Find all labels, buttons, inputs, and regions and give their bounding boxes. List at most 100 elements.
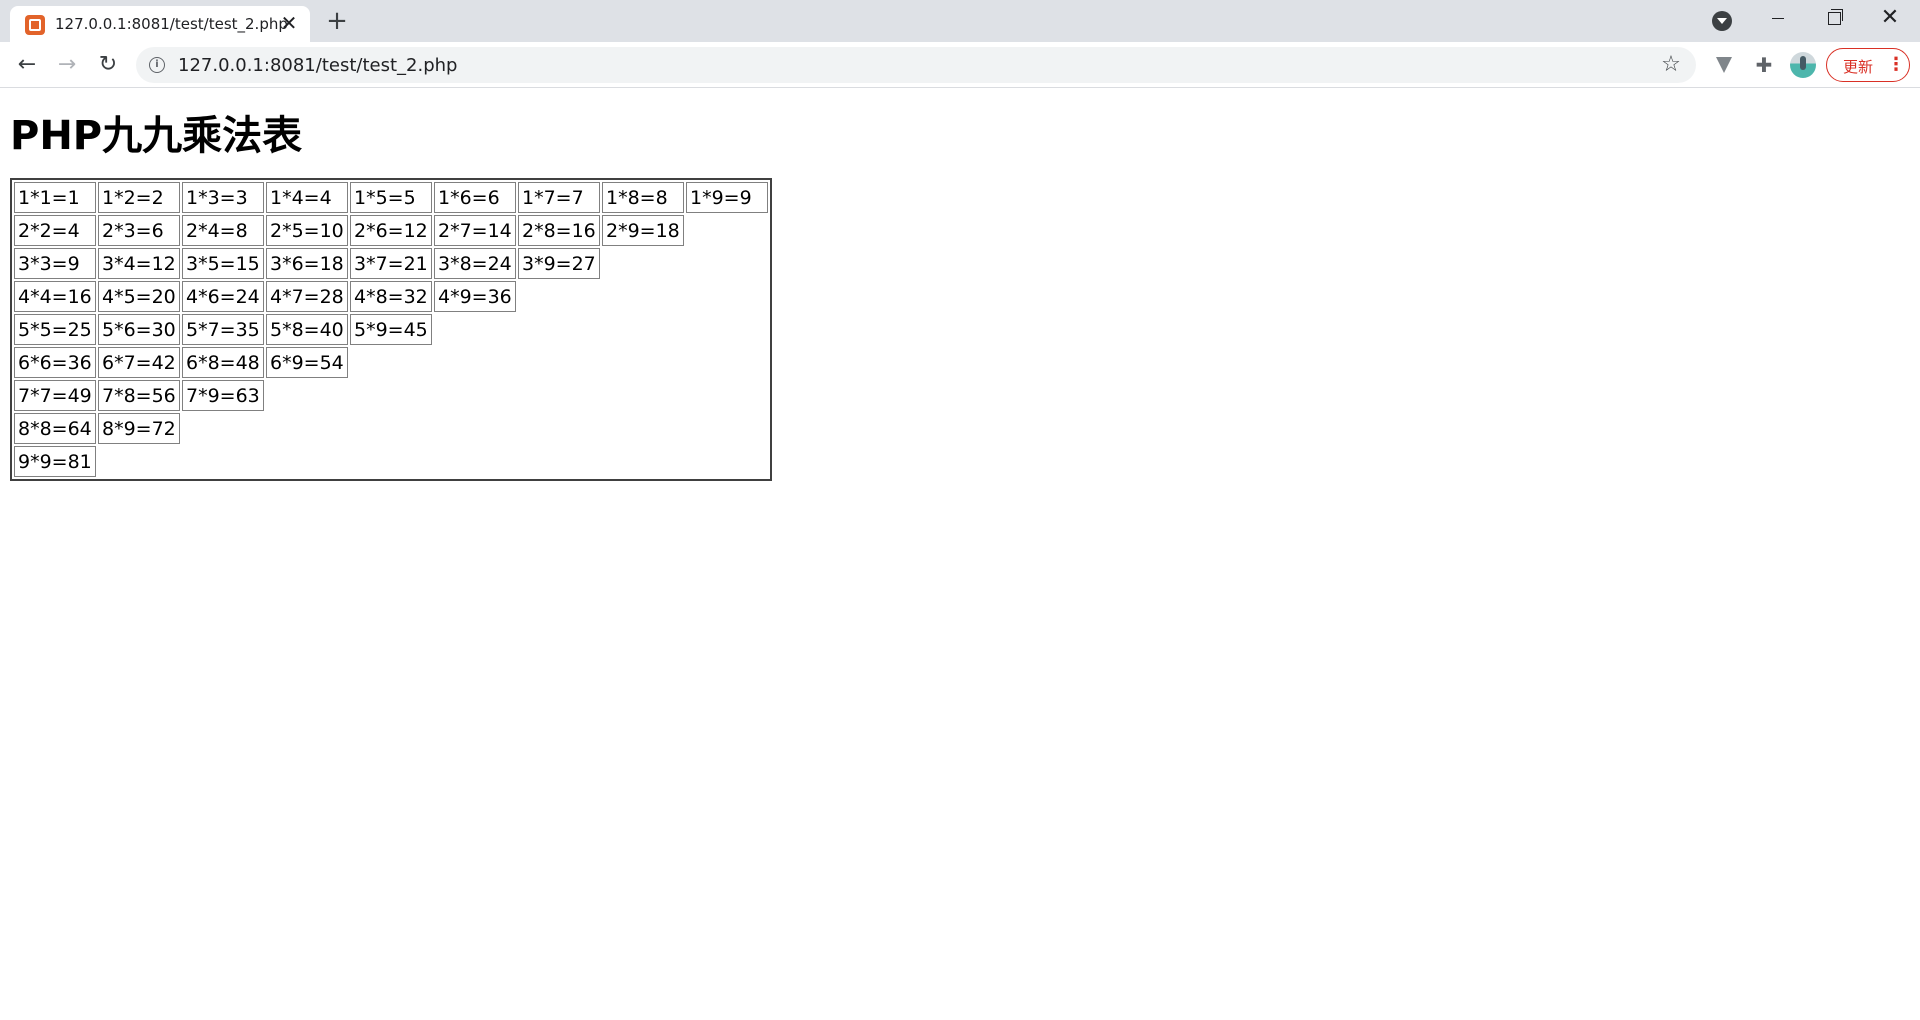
table-cell: 7*7=49 bbox=[14, 380, 96, 411]
back-button[interactable]: ← bbox=[13, 51, 41, 79]
table-cell: 5*8=40 bbox=[266, 314, 348, 345]
table-cell-empty bbox=[182, 446, 264, 477]
close-window-button[interactable]: ✕ bbox=[1862, 0, 1918, 36]
tab-close-icon[interactable]: ✕ bbox=[278, 12, 300, 34]
page-content: PHP九九乘法表 1*1=1 1*2=2 1*3=3 1*4=4 1*5=5 1*6=6 1… bbox=[0, 89, 1920, 1020]
table-cell-empty bbox=[602, 281, 684, 312]
table-row: 7*7=49 7*8=56 7*9=63 bbox=[14, 380, 768, 411]
table-cell: 5*9=45 bbox=[350, 314, 432, 345]
table-cell-empty bbox=[350, 446, 432, 477]
table-cell: 4*6=24 bbox=[182, 281, 264, 312]
extension-v-icon[interactable] bbox=[1711, 52, 1737, 78]
table-cell-empty bbox=[518, 380, 600, 411]
table-cell: 3*4=12 bbox=[98, 248, 180, 279]
table-cell-empty bbox=[602, 413, 684, 444]
table-cell-empty bbox=[686, 281, 768, 312]
table-row: 4*4=16 4*5=20 4*6=24 4*7=28 4*8=32 4*9=36 bbox=[14, 281, 768, 312]
table-cell: 6*9=54 bbox=[266, 347, 348, 378]
table-cell-empty bbox=[518, 281, 600, 312]
table-cell: 4*5=20 bbox=[98, 281, 180, 312]
table-cell: 7*8=56 bbox=[98, 380, 180, 411]
table-cell: 1*9=9 bbox=[686, 182, 768, 213]
update-button[interactable]: 更新 ⋮ bbox=[1826, 48, 1910, 82]
table-cell: 4*7=28 bbox=[266, 281, 348, 312]
table-cell-empty bbox=[686, 347, 768, 378]
table-cell: 3*3=9 bbox=[14, 248, 96, 279]
table-cell: 2*5=10 bbox=[266, 215, 348, 246]
table-cell-empty bbox=[434, 314, 516, 345]
table-cell: 2*3=6 bbox=[98, 215, 180, 246]
table-cell-empty bbox=[518, 446, 600, 477]
xampp-favicon-icon bbox=[25, 15, 45, 35]
table-cell: 5*7=35 bbox=[182, 314, 264, 345]
table-row: 8*8=64 8*9=72 bbox=[14, 413, 768, 444]
table-cell-empty bbox=[350, 347, 432, 378]
table-cell-empty bbox=[686, 248, 768, 279]
site-info-icon[interactable]: i bbox=[149, 57, 165, 73]
table-cell-empty bbox=[182, 413, 264, 444]
bookmark-star-icon[interactable]: ☆ bbox=[1658, 52, 1684, 78]
table-cell-empty bbox=[686, 413, 768, 444]
table-cell: 1*7=7 bbox=[518, 182, 600, 213]
table-cell: 5*6=30 bbox=[98, 314, 180, 345]
table-cell-empty bbox=[266, 380, 348, 411]
table-row: 6*6=36 6*7=42 6*8=48 6*9=54 bbox=[14, 347, 768, 378]
table-cell: 1*1=1 bbox=[14, 182, 96, 213]
table-cell-empty bbox=[602, 314, 684, 345]
table-cell-empty bbox=[350, 380, 432, 411]
table-cell-empty bbox=[686, 314, 768, 345]
address-bar[interactable]: i 127.0.0.1:8081/test/test_2.php ☆ bbox=[136, 47, 1696, 83]
table-cell: 9*9=81 bbox=[14, 446, 96, 477]
table-cell: 8*9=72 bbox=[98, 413, 180, 444]
table-cell: 4*4=16 bbox=[14, 281, 96, 312]
table-row: 2*2=4 2*3=6 2*4=8 2*5=10 2*6=12 2*7=14 2*8=16 2… bbox=[14, 215, 768, 246]
table-cell-empty bbox=[686, 446, 768, 477]
table-cell-empty bbox=[434, 413, 516, 444]
table-cell: 3*8=24 bbox=[434, 248, 516, 279]
table-cell: 6*8=48 bbox=[182, 347, 264, 378]
table-cell-empty bbox=[518, 413, 600, 444]
table-cell-empty bbox=[266, 413, 348, 444]
table-cell-empty bbox=[518, 347, 600, 378]
more-menu-icon: ⋮ bbox=[1887, 54, 1905, 75]
tab-search-dropdown-icon[interactable] bbox=[1712, 11, 1732, 31]
table-cell-empty bbox=[434, 380, 516, 411]
table-cell: 1*5=5 bbox=[350, 182, 432, 213]
table-cell-empty bbox=[98, 446, 180, 477]
minimize-button[interactable] bbox=[1750, 0, 1806, 36]
url-text[interactable]: 127.0.0.1:8081/test/test_2.php bbox=[178, 55, 457, 76]
table-row: 5*5=25 5*6=30 5*7=35 5*8=40 5*9=45 bbox=[14, 314, 768, 345]
reload-button[interactable]: ↻ bbox=[94, 51, 122, 79]
table-cell: 4*9=36 bbox=[434, 281, 516, 312]
table-cell: 3*7=21 bbox=[350, 248, 432, 279]
table-cell-empty bbox=[602, 380, 684, 411]
table-cell: 6*6=36 bbox=[14, 347, 96, 378]
tab-title: 127.0.0.1:8081/test/test_2.php bbox=[55, 15, 288, 33]
table-cell-empty bbox=[434, 446, 516, 477]
table-cell: 5*5=25 bbox=[14, 314, 96, 345]
table-row: 3*3=9 3*4=12 3*5=15 3*6=18 3*7=21 3*8=24 3*9=2… bbox=[14, 248, 768, 279]
forward-button[interactable]: → bbox=[53, 51, 81, 79]
table-cell: 4*8=32 bbox=[350, 281, 432, 312]
table-cell-empty bbox=[686, 380, 768, 411]
table-cell: 3*6=18 bbox=[266, 248, 348, 279]
table-cell: 1*3=3 bbox=[182, 182, 264, 213]
profile-avatar[interactable] bbox=[1790, 52, 1816, 78]
browser-toolbar: ← → ↻ i 127.0.0.1:8081/test/test_2.php ☆ bbox=[0, 42, 1920, 88]
restore-button[interactable] bbox=[1806, 0, 1862, 36]
new-tab-button[interactable]: + bbox=[325, 8, 349, 34]
tab-strip: 127.0.0.1:8081/test/test_2.php ✕ + ✕ bbox=[0, 0, 1920, 42]
table-cell-empty bbox=[350, 413, 432, 444]
extensions-puzzle-icon[interactable]: ✚ bbox=[1751, 52, 1777, 78]
table-cell: 8*8=64 bbox=[14, 413, 96, 444]
page-title: PHP九九乘法表 bbox=[10, 113, 303, 159]
table-cell: 7*9=63 bbox=[182, 380, 264, 411]
table-cell-empty bbox=[686, 215, 768, 246]
browser-tab[interactable]: 127.0.0.1:8081/test/test_2.php ✕ bbox=[10, 6, 310, 42]
table-cell: 2*4=8 bbox=[182, 215, 264, 246]
table-cell: 6*7=42 bbox=[98, 347, 180, 378]
table-cell: 3*5=15 bbox=[182, 248, 264, 279]
table-cell: 2*2=4 bbox=[14, 215, 96, 246]
table-cell: 2*7=14 bbox=[434, 215, 516, 246]
multiplication-table: 1*1=1 1*2=2 1*3=3 1*4=4 1*5=5 1*6=6 1*7=7 1*8=8… bbox=[10, 178, 772, 481]
